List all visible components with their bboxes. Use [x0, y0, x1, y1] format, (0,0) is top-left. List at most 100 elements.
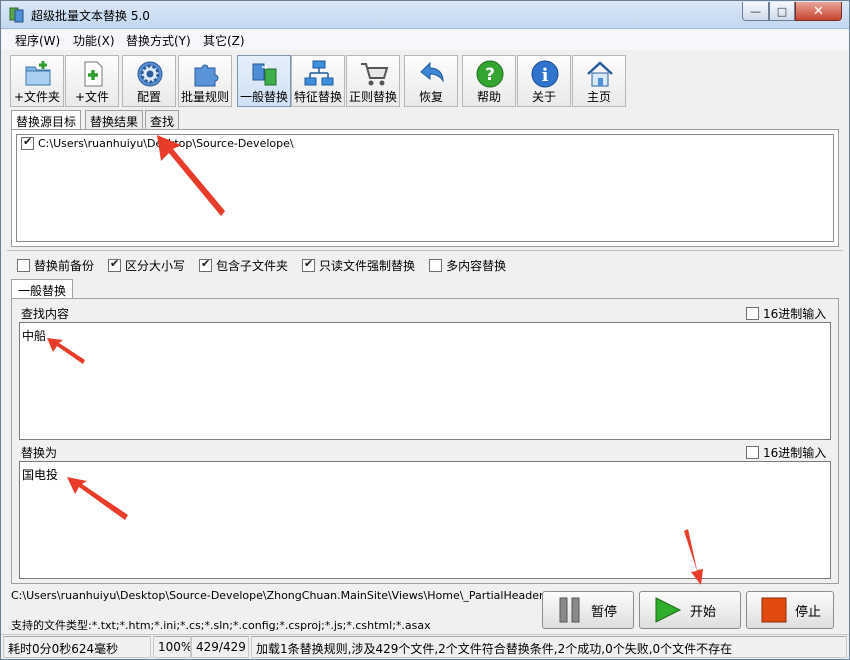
option-include-subfolders[interactable]: 包含子文件夹 [199, 257, 288, 274]
find-label: 查找内容 [21, 307, 70, 321]
current-file-path: C:\Users\ruanhuiyu\Desktop\Source-Develo… [11, 589, 583, 602]
find-hex-option[interactable]: 16进制输入 [746, 305, 826, 322]
option-multi-content[interactable]: 多内容替换 [429, 257, 506, 274]
restore-button[interactable]: 恢复 [404, 55, 458, 107]
add-folder-button[interactable]: +文件夹 [10, 55, 64, 107]
pause-icon [559, 597, 580, 623]
splitter[interactable] [7, 250, 843, 251]
undo-arrow-icon [420, 61, 444, 83]
add-folder-icon [25, 61, 51, 86]
menu-program[interactable]: 程序(W) [15, 32, 60, 49]
force-readonly-label: 只读文件强制替换 [319, 258, 416, 273]
stop-label: 停止 [795, 604, 822, 620]
multi-content-label: 多内容替换 [446, 258, 507, 273]
progress-percent: 100% [153, 636, 191, 658]
replace-hex-label: 16进制输入 [763, 446, 827, 460]
normal-replace-icon [252, 63, 277, 86]
help-icon: ? [476, 60, 504, 88]
close-button[interactable]: ✕ [795, 2, 842, 21]
source-path: C:\Users\ruanhuiyu\Desktop\Source-Develo… [38, 137, 294, 150]
normal-replace-label: 一般替换 [239, 90, 288, 104]
start-label: 开始 [690, 604, 717, 620]
progress-count: 429/429 [191, 636, 249, 658]
stop-button[interactable]: 停止 [746, 591, 834, 629]
cart-icon [361, 63, 389, 86]
elapsed-time: 耗时0分0秒624毫秒 [3, 636, 151, 658]
network-icon [304, 60, 334, 86]
replace-label: 替换为 [21, 446, 58, 460]
backup-label: 替换前备份 [34, 258, 95, 273]
menu-replace-mode[interactable]: 替换方式(Y) [126, 32, 191, 49]
replace-hex-checkbox[interactable] [746, 446, 759, 459]
add-file-button[interactable]: +文件 [65, 55, 119, 107]
puzzle-icon [194, 64, 219, 87]
window-title: 超级批量文本替换 5.0 [31, 9, 150, 23]
batch-rules-label: 批量规则 [180, 90, 229, 104]
regex-replace-button[interactable]: 正则替换 [346, 55, 400, 107]
tab-replace-result[interactable]: 替换结果 [85, 110, 144, 130]
pause-button[interactable]: 暂停 [542, 591, 634, 629]
help-button[interactable]: ? 帮助 [462, 55, 516, 107]
home-icon [587, 61, 613, 87]
batch-rules-button[interactable]: 批量规则 [178, 55, 232, 107]
config-button[interactable]: 配置 [122, 55, 176, 107]
play-icon [655, 597, 682, 623]
feature-replace-label: 特征替换 [293, 90, 342, 104]
help-label: 帮助 [476, 90, 501, 104]
include-subfolders-checkbox[interactable] [199, 257, 213, 272]
about-button[interactable]: i 关于 [517, 55, 571, 107]
replace-hex-option[interactable]: 16进制输入 [746, 444, 826, 461]
option-backup[interactable]: 替换前备份 [17, 257, 94, 274]
source-panel: C:\Users\ruanhuiyu\Desktop\Source-Develo… [11, 129, 839, 247]
add-folder-label: +文件夹 [13, 90, 61, 104]
about-label: 关于 [531, 90, 556, 104]
title-bar[interactable]: 超级批量文本替换 5.0 — □ ✕ [1, 1, 849, 29]
case-sensitive-checkbox[interactable] [108, 257, 122, 272]
minimize-button[interactable]: — [742, 2, 769, 21]
feature-replace-button[interactable]: 特征替换 [291, 55, 345, 107]
config-label: 配置 [136, 90, 161, 104]
options-row: 替换前备份 区分大小写 包含子文件夹 只读文件强制替换 多内容替换 [17, 256, 520, 274]
restore-label: 恢复 [418, 90, 443, 104]
find-hex-checkbox[interactable] [746, 307, 759, 320]
tab-source-target[interactable]: 替换源目标 [11, 110, 82, 131]
menu-function[interactable]: 功能(X) [73, 32, 115, 49]
maximize-button[interactable]: □ [769, 2, 795, 21]
list-item[interactable]: C:\Users\ruanhuiyu\Desktop\Source-Develo… [21, 135, 294, 150]
source-checkbox[interactable] [21, 135, 34, 150]
home-button[interactable]: 主页 [572, 55, 626, 107]
menu-bar: 程序(W) 功能(X) 替换方式(Y) 其它(Z) [1, 30, 849, 50]
svg-text:?: ? [485, 65, 495, 85]
replace-input[interactable]: 国电投 [19, 461, 831, 579]
source-list[interactable]: C:\Users\ruanhuiyu\Desktop\Source-Develo… [16, 134, 834, 242]
add-file-icon [84, 61, 103, 87]
find-hex-label: 16进制输入 [763, 307, 827, 321]
include-subfolders-label: 包含子文件夹 [216, 258, 289, 273]
home-label: 主页 [586, 90, 611, 104]
status-bar: 耗时0分0秒624毫秒 100% 429/429 加载1条替换规则,涉及429个… [1, 634, 849, 659]
start-button[interactable]: 开始 [639, 591, 741, 629]
gear-icon [137, 61, 163, 87]
multi-content-checkbox[interactable] [429, 258, 443, 272]
status-message: 加载1条替换规则,涉及429个文件,2个文件符合替换条件,2个成功,0个失败,0… [251, 636, 847, 658]
app-icon [9, 7, 24, 23]
normal-replace-button[interactable]: 一般替换 [237, 55, 291, 107]
stop-icon [761, 597, 787, 623]
backup-checkbox[interactable] [17, 258, 30, 272]
tab-normal-replace[interactable]: 一般替换 [11, 279, 74, 299]
find-input[interactable]: 中船 [19, 322, 831, 440]
add-file-label: +文件 [74, 90, 110, 104]
option-case-sensitive[interactable]: 区分大小写 [108, 257, 185, 274]
option-force-readonly[interactable]: 只读文件强制替换 [302, 257, 415, 274]
app-window: 超级批量文本替换 5.0 — □ ✕ 程序(W) 功能(X) 替换方式(Y) 其… [0, 0, 850, 660]
supported-file-types: 支持的文件类型:*.txt;*.htm;*.ini;*.cs;*.sln;*.c… [11, 619, 431, 632]
force-readonly-checkbox[interactable] [302, 257, 316, 272]
pause-label: 暂停 [591, 604, 618, 620]
regex-replace-label: 正则替换 [348, 90, 397, 104]
case-sensitive-label: 区分大小写 [125, 258, 186, 273]
menu-other[interactable]: 其它(Z) [203, 32, 245, 49]
toolbar: +文件夹 +文件 配置 批量规则 一般替换 特征替换 正则替换 恢复 ? 帮助 … [1, 51, 849, 109]
svg-text:i: i [542, 65, 549, 86]
tab-search[interactable]: 查找 [145, 110, 180, 130]
info-icon: i [531, 60, 559, 88]
